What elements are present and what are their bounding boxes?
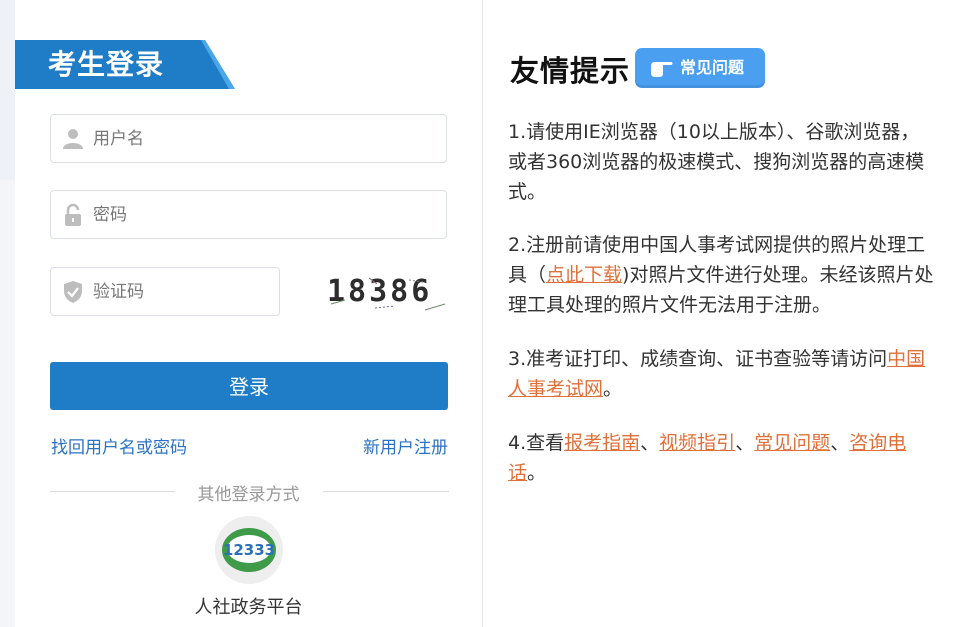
platform-logo-text: 12333 xyxy=(223,541,275,559)
login-button[interactable]: 登录 xyxy=(50,362,448,410)
user-icon xyxy=(63,129,83,149)
platform-12333-logo: 12333 xyxy=(215,516,283,584)
username-input[interactable] xyxy=(93,115,433,162)
tip-4-text-before: 4.查看 xyxy=(508,432,565,454)
zhengwu-platform-logo-button[interactable]: 12333 xyxy=(215,516,283,584)
photo-tool-download-link[interactable]: 点此下载 xyxy=(546,264,622,286)
video-guide-link[interactable]: 视频指引 xyxy=(659,432,735,454)
tip-4-sep-2: 、 xyxy=(735,432,755,454)
tips-title: 友情提示 xyxy=(510,54,631,88)
shield-check-icon xyxy=(64,281,82,303)
tip-3-text-after: 。 xyxy=(603,378,623,400)
forgot-credentials-link[interactable]: 找回用户名或密码 xyxy=(51,433,187,458)
other-login-methods-label: 其他登录方式 xyxy=(197,485,300,505)
lock-icon xyxy=(65,203,81,226)
tips-panel: 友情提示 常见问题 1.请使用IE浏览器（10以上版本）、谷歌浏览器，或者360… xyxy=(484,0,957,627)
tip-1: 1.请使用IE浏览器（10以上版本）、谷歌浏览器，或者360浏览器的极速模式、搜… xyxy=(508,121,925,203)
tip-2: 2.注册前请使用中国人事考试网提供的照片处理工具（点此下载)对照片文件进行处理。… xyxy=(508,230,938,320)
register-link[interactable]: 新用户注册 xyxy=(363,433,448,458)
tip-3-text-before: 3.准考证打印、成绩查询、证书查验等请访问 xyxy=(508,348,888,370)
tip-4-text-after: 。 xyxy=(527,462,547,484)
tip-4-sep-3: 、 xyxy=(830,432,850,454)
login-panel: 考生登录 18386 登录 xyxy=(15,0,483,627)
faq-badge-button[interactable]: 常见问题 xyxy=(635,48,765,88)
captcha-image[interactable]: 18386 xyxy=(325,270,450,314)
username-field[interactable] xyxy=(50,114,447,163)
left-background-strip xyxy=(0,0,15,627)
password-field[interactable] xyxy=(50,190,447,239)
tip-3: 3.准考证打印、成绩查询、证书查验等请访问中国人事考试网。 xyxy=(508,344,938,404)
faq-link[interactable]: 常见问题 xyxy=(754,432,830,454)
tip-4: 4.查看报考指南、视频指引、常见问题、咨询电话。 xyxy=(508,428,938,488)
captcha-input[interactable] xyxy=(93,268,273,315)
exam-guide-link[interactable]: 报考指南 xyxy=(564,432,640,454)
platform-label: 人社政务平台 xyxy=(194,597,303,618)
password-input[interactable] xyxy=(93,191,433,238)
faq-badge-label: 常见问题 xyxy=(680,58,745,77)
tip-4-sep-1: 、 xyxy=(640,432,660,454)
captcha-noise xyxy=(330,277,446,311)
login-banner: 考生登录 xyxy=(15,40,235,89)
pointing-hand-icon xyxy=(651,62,673,77)
login-title: 考生登录 xyxy=(48,48,165,81)
captcha-field[interactable] xyxy=(50,267,280,316)
